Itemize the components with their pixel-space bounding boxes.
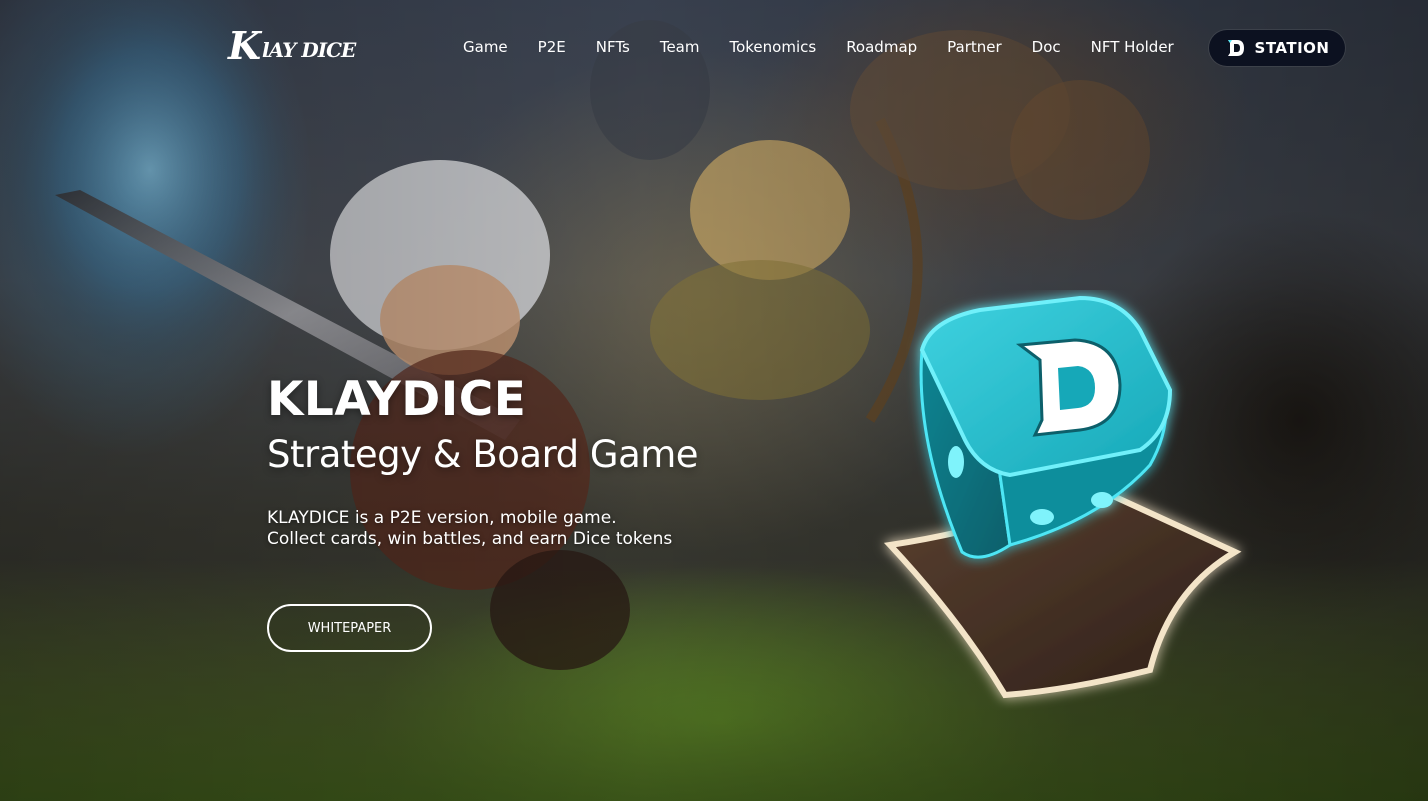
logo-letter-k: K (228, 23, 261, 68)
logo-wordmark: lAY DICE (262, 38, 356, 62)
klaydice-logo[interactable]: K lAY DICE (228, 23, 356, 68)
hero-description-line-2: Collect cards, win battles, and earn Dic… (267, 529, 673, 549)
hero-subtitle: Strategy & Board Game (267, 433, 699, 476)
nav-item-nfts[interactable]: NFTs (581, 34, 645, 60)
station-label: STATION (1254, 39, 1330, 57)
nav-item-nft-holder[interactable]: NFT Holder (1076, 34, 1189, 60)
nav-item-team[interactable]: Team (645, 34, 715, 60)
hero-title: KLAYDICE (267, 372, 527, 427)
whitepaper-button[interactable]: WHITEPAPER (267, 604, 432, 652)
nav-item-tokenomics[interactable]: Tokenomics (714, 34, 831, 60)
nav-item-p2e[interactable]: P2E (523, 34, 581, 60)
dice-illustration (883, 295, 1242, 699)
nav-item-partner[interactable]: Partner (932, 34, 1017, 60)
nav-item-doc[interactable]: Doc (1017, 34, 1076, 60)
station-button[interactable]: STATION (1209, 30, 1345, 66)
hero-section: K lAY DICE Game P2E NFTs Team Tokenomics… (0, 0, 1428, 801)
hero-text-block: KLAYDICE Strategy & Board Game KLAYDICE … (267, 372, 699, 550)
nav-item-roadmap[interactable]: Roadmap (831, 34, 932, 60)
hero-description: KLAYDICE is a P2E version, mobile game. … (267, 508, 698, 550)
main-menu: Game P2E NFTs Team Tokenomics Roadmap Pa… (448, 34, 1189, 60)
nav-item-game[interactable]: Game (448, 34, 523, 60)
hero-description-line-1: KLAYDICE is a P2E version, mobile game. (267, 508, 617, 528)
d-logo-icon (1227, 40, 1244, 56)
top-nav: K lAY DICE Game P2E NFTs Team Tokenomics… (0, 0, 1428, 95)
